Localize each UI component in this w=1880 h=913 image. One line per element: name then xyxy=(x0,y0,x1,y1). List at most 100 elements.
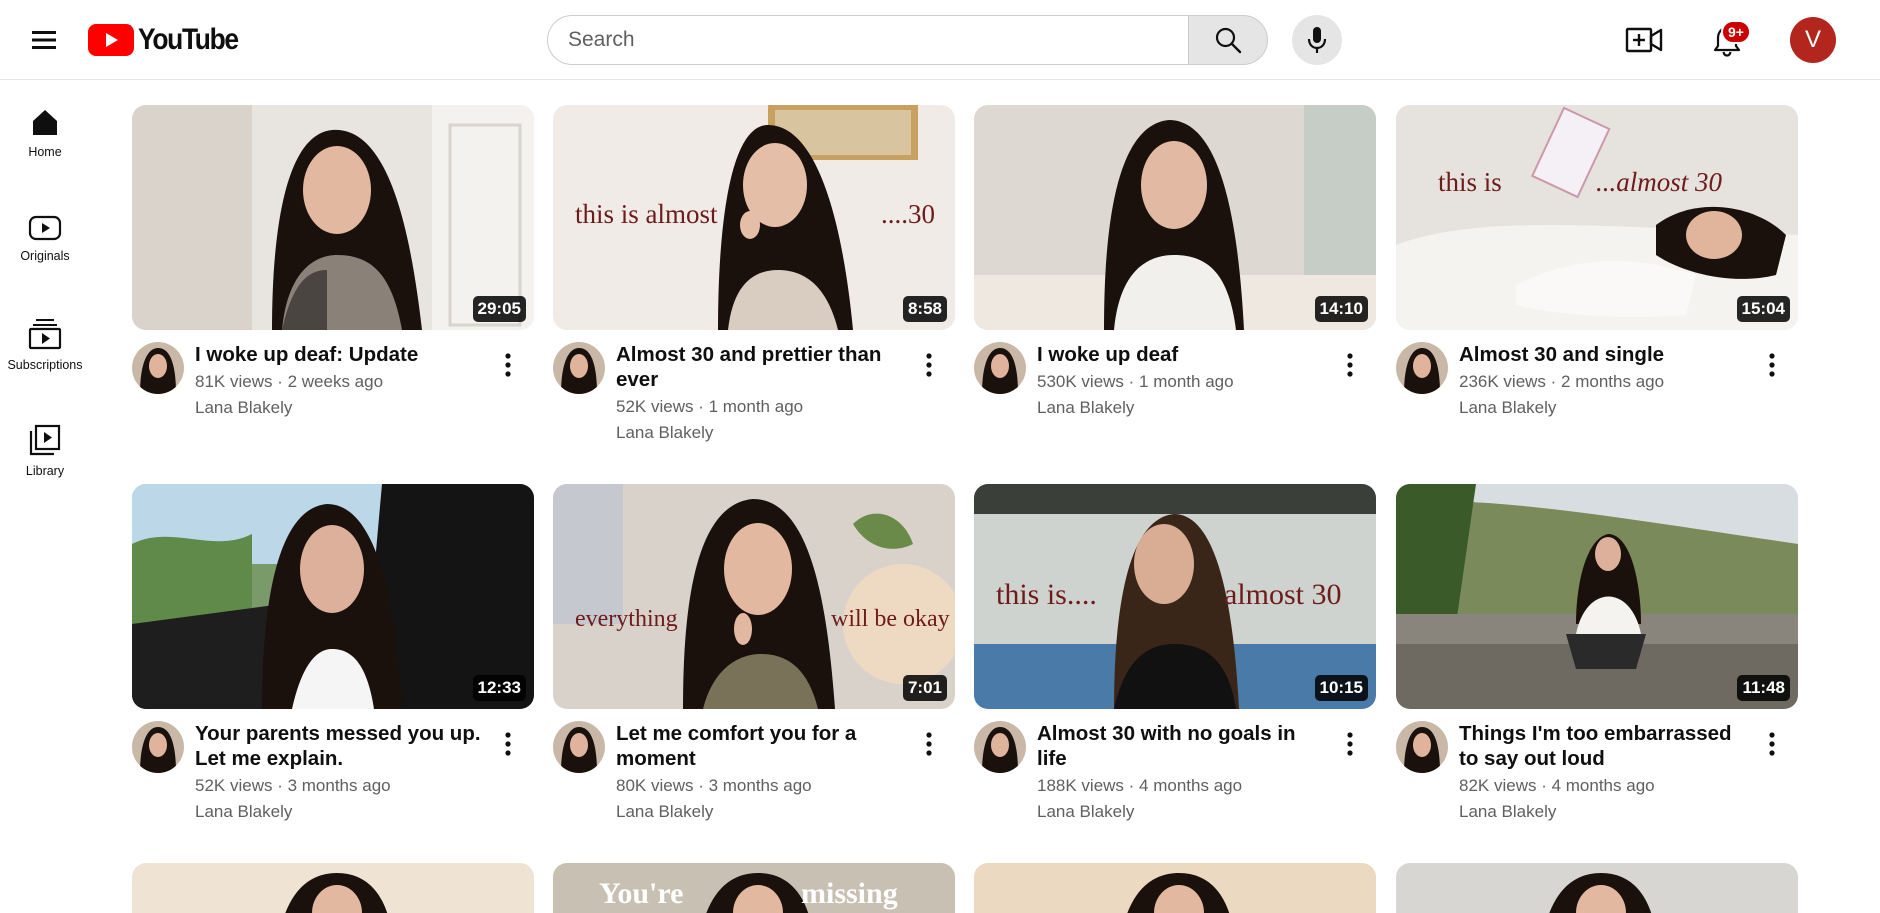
video-card[interactable]: 29:05 I woke up deaf: Update 81K views ·… xyxy=(132,105,534,460)
sidebar-item-label: Subscriptions xyxy=(7,358,83,372)
channel-avatar[interactable] xyxy=(132,721,184,773)
video-stats: 81K views · 2 weeks ago xyxy=(195,372,384,391)
channel-name[interactable]: Lana Blakely xyxy=(1037,398,1134,418)
video-actions-button[interactable] xyxy=(1760,350,1784,380)
library-icon xyxy=(29,424,61,456)
video-thumbnail[interactable]: 11:48 xyxy=(1396,484,1798,709)
menu-button[interactable] xyxy=(24,20,64,60)
video-stats: 80K views · 3 months ago xyxy=(616,776,812,795)
video-meta: Things I'm too embarrassed to say out lo… xyxy=(1396,709,1798,839)
more-vert-icon xyxy=(1769,732,1775,756)
more-vert-icon xyxy=(1347,732,1353,756)
channel-name[interactable]: Lana Blakely xyxy=(195,398,292,418)
video-duration: 10:15 xyxy=(1314,675,1368,701)
channel-avatar[interactable] xyxy=(553,342,605,394)
video-title[interactable]: Things I'm too embarrassed to say out lo… xyxy=(1459,721,1749,771)
home-icon xyxy=(33,110,57,135)
create-video-button[interactable] xyxy=(1622,19,1666,61)
search-button[interactable] xyxy=(1188,15,1268,65)
thumbnail-overlay-text: this is xyxy=(1438,167,1502,197)
thumbnail-overlay-text: ....30 xyxy=(881,199,935,229)
channel-name[interactable]: Lana Blakely xyxy=(616,802,713,822)
channel-name[interactable]: Lana Blakely xyxy=(195,802,292,822)
video-thumbnail[interactable]: this is.... almost 30 10:15 xyxy=(974,484,1376,709)
video-card[interactable]: everything will be okay 7:01 Let me comf… xyxy=(553,484,955,839)
thumbnail-image xyxy=(1396,863,1798,913)
video-thumbnail[interactable]: this is ...almost 30 15:04 xyxy=(1396,105,1798,330)
video-title[interactable]: Your parents messed you up. Let me expla… xyxy=(195,721,485,771)
video-title[interactable]: Almost 30 and prettier than ever xyxy=(616,342,906,392)
video-thumbnail[interactable]: this is almost ....30 8:58 xyxy=(553,105,955,330)
thumbnail-image xyxy=(132,484,534,709)
more-vert-icon xyxy=(1347,353,1353,377)
video-camera-plus-icon xyxy=(1625,27,1663,53)
video-stats: 52K views · 1 month ago xyxy=(616,397,804,416)
channel-avatar[interactable] xyxy=(132,342,184,394)
more-vert-icon xyxy=(926,732,932,756)
video-card[interactable]: this is almost ....30 8:58 Almost 30 and… xyxy=(553,105,955,460)
video-actions-button[interactable] xyxy=(1338,729,1362,759)
search-input[interactable] xyxy=(547,15,1188,65)
channel-avatar[interactable] xyxy=(974,342,1026,394)
video-actions-button[interactable] xyxy=(496,350,520,380)
search-icon xyxy=(1215,27,1242,54)
channel-avatar[interactable] xyxy=(974,721,1026,773)
video-meta: I woke up deaf: Update 81K views · 2 wee… xyxy=(132,330,534,460)
video-card[interactable]: this is ...almost 30 15:04 Almost 30 and… xyxy=(1396,105,1798,460)
video-thumbnail[interactable]: everything will be okay 7:01 xyxy=(553,484,955,709)
video-stats: 188K views · 4 months ago xyxy=(1037,776,1243,795)
video-actions-button[interactable] xyxy=(1338,350,1362,380)
video-title[interactable]: I woke up deaf xyxy=(1037,342,1327,367)
video-duration: 12:33 xyxy=(472,675,526,701)
sidebar-item-label: Home xyxy=(28,145,62,159)
sidebar-item-library[interactable]: Library xyxy=(0,406,90,496)
channel-avatar[interactable] xyxy=(1396,721,1448,773)
thumbnail-overlay-text: You're xyxy=(599,877,684,910)
hamburger-menu-icon xyxy=(32,31,56,49)
channel-name[interactable]: Lana Blakely xyxy=(1459,398,1556,418)
video-title[interactable]: Let me comfort you for a moment xyxy=(616,721,906,771)
channel-name[interactable]: Lana Blakely xyxy=(616,423,713,443)
channel-avatar[interactable] xyxy=(553,721,605,773)
video-card[interactable]: 12:33 Your parents messed you up. Let me… xyxy=(132,484,534,839)
thumbnail-image xyxy=(974,105,1376,330)
video-duration: 29:05 xyxy=(472,296,526,322)
video-title[interactable]: Almost 30 and single xyxy=(1459,342,1749,367)
video-card[interactable]: 14:10 I woke up deaf 530K views · 1 mont… xyxy=(974,105,1376,460)
video-thumbnail[interactable] xyxy=(132,863,534,913)
video-meta: Your parents messed you up. Let me expla… xyxy=(132,709,534,839)
thumbnail-overlay-text: will be okay xyxy=(831,606,950,632)
video-thumbnail[interactable]: 29:05 xyxy=(132,105,534,330)
video-thumbnail[interactable]: 12:33 xyxy=(132,484,534,709)
voice-search-button[interactable] xyxy=(1292,15,1342,65)
video-thumbnail[interactable] xyxy=(974,863,1376,913)
video-duration: 15:04 xyxy=(1736,296,1790,322)
sidebar-item-originals[interactable]: Originals xyxy=(0,194,90,284)
video-actions-button[interactable] xyxy=(917,729,941,759)
video-actions-button[interactable] xyxy=(917,350,941,380)
channel-name[interactable]: Lana Blakely xyxy=(1459,802,1556,822)
originals-icon xyxy=(28,215,62,241)
video-card[interactable]: 11:48 Things I'm too embarrassed to say … xyxy=(1396,484,1798,839)
video-actions-button[interactable] xyxy=(1760,729,1784,759)
channel-name[interactable]: Lana Blakely xyxy=(1037,802,1134,822)
account-avatar[interactable]: V xyxy=(1790,17,1836,63)
video-thumbnail[interactable] xyxy=(1396,863,1798,913)
video-actions-button[interactable] xyxy=(496,729,520,759)
sidebar-item-home[interactable]: Home xyxy=(0,88,90,178)
sidebar-item-subscriptions[interactable]: Subscriptions xyxy=(0,300,90,390)
video-duration: 11:48 xyxy=(1737,675,1790,701)
video-thumbnail[interactable]: 14:10 xyxy=(974,105,1376,330)
video-duration: 14:10 xyxy=(1314,296,1368,322)
more-vert-icon xyxy=(926,353,932,377)
video-title[interactable]: I woke up deaf: Update xyxy=(195,342,485,367)
video-thumbnail[interactable]: You're missing xyxy=(553,863,955,913)
sidebar-item-label: Library xyxy=(25,464,65,478)
channel-avatar[interactable] xyxy=(1396,342,1448,394)
thumbnail-image xyxy=(132,863,534,913)
video-title[interactable]: Almost 30 with no goals in life xyxy=(1037,721,1327,771)
logo-text: YouTube xyxy=(138,23,239,56)
youtube-logo[interactable]: YouTube xyxy=(88,22,251,58)
thumbnail-overlay-text: everything xyxy=(575,606,678,632)
video-card[interactable]: this is.... almost 30 10:15 Almost 30 wi… xyxy=(974,484,1376,839)
